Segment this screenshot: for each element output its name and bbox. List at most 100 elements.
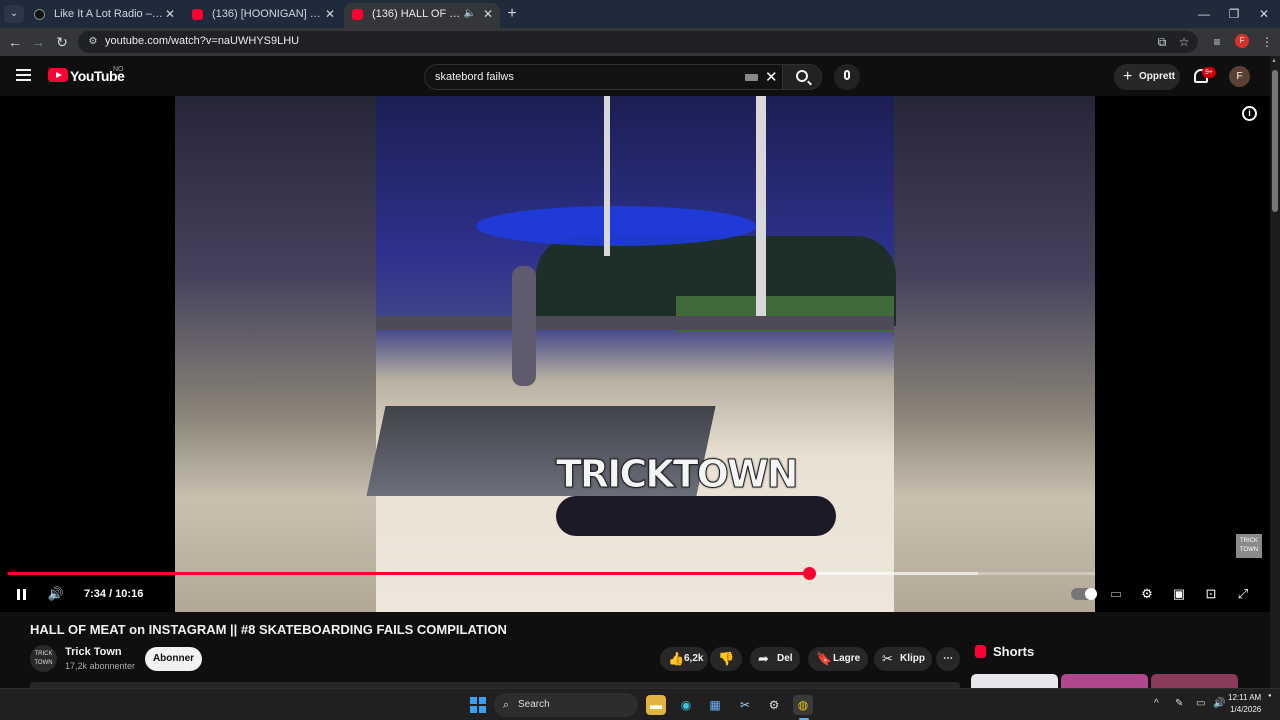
clock-date: 1/4/2026	[1230, 705, 1262, 714]
windows-taskbar: ⌕ Search ▬ ◉ ▦ ✂ ⚙ ◍ ^ ✎ ▭ 🔊 12:11 AM 1/…	[0, 688, 1280, 720]
account-avatar[interactable]: F	[1229, 66, 1250, 87]
search-input[interactable]: skatebord failws ✕	[424, 64, 782, 90]
profile-avatar[interactable]: F	[1235, 34, 1249, 48]
taskbar-search-box[interactable]: ⌕ Search	[494, 693, 638, 717]
browser-tab-hoonigan[interactable]: (136) [HOONIGAN] Gymkhana ✕	[184, 3, 342, 28]
install-app-icon[interactable]: ⧉	[1154, 34, 1170, 50]
browser-toolbar: ← → ↻ ⚙ youtube.com/watch?v=naUWHYS9LHU …	[0, 28, 1280, 56]
video-light-pole	[756, 96, 766, 326]
restore-icon[interactable]: ❐	[1217, 0, 1251, 28]
system-clock[interactable]: 12:11 AM 1/4/2026	[1228, 692, 1261, 716]
share-button[interactable]: ➦ Del	[750, 647, 800, 671]
autoplay-toggle[interactable]	[1071, 588, 1097, 600]
video-frame	[366, 96, 896, 612]
short-thumbnail[interactable]	[1151, 674, 1238, 688]
windows-start-icon[interactable]	[470, 697, 486, 713]
short-thumbnail[interactable]	[971, 674, 1058, 688]
tray-overflow-chevron-icon[interactable]: ^	[1154, 698, 1159, 709]
snipping-tool-icon[interactable]: ✂	[735, 695, 755, 715]
file-explorer-icon[interactable]: ▬	[646, 695, 666, 715]
subscribe-button[interactable]: Abonner	[145, 647, 202, 671]
video-light-pole	[604, 96, 610, 256]
close-tab-icon[interactable]: ✕	[483, 3, 493, 25]
display-icon[interactable]: ▭	[1196, 698, 1205, 709]
dislike-button[interactable]: 👎	[710, 647, 742, 671]
save-button[interactable]: 🔖 Lagre	[808, 647, 868, 671]
like-count: 6,2k	[684, 653, 704, 664]
shorts-logo-icon	[975, 645, 986, 658]
volume-icon[interactable]: 🔊	[46, 584, 66, 604]
share-arrow-icon: ➦	[758, 651, 769, 666]
video-blue-canopy	[476, 206, 756, 246]
notification-center-icon[interactable]: ●	[1268, 693, 1272, 699]
video-standing-skater	[512, 266, 536, 386]
browser-tab-hall-of-meat[interactable]: (136) HALL OF MEAT on INS 🔈 ✕	[344, 3, 500, 28]
channel-avatar[interactable]: TRICK TOWN	[30, 645, 57, 672]
search-button[interactable]	[782, 64, 822, 90]
youtube-logo-icon[interactable]	[48, 68, 68, 82]
volume-tray-icon[interactable]: 🔊	[1213, 698, 1225, 709]
youtube-favicon-icon	[192, 9, 203, 20]
browser-menu-icon[interactable]: ⋮	[1259, 34, 1275, 50]
channel-name[interactable]: Trick Town	[65, 646, 122, 658]
country-code: NO	[113, 66, 124, 73]
new-tab-icon[interactable]: +	[503, 3, 521, 25]
tab-search-dropdown-icon[interactable]: ⌄	[4, 5, 24, 23]
chrome-browser-icon[interactable]: ◍	[793, 695, 813, 715]
browser-tab-radio[interactable]: Like It A Lot Radio – Todays Hit ✕	[26, 3, 182, 28]
bookmark-star-icon[interactable]: ☆	[1176, 34, 1192, 50]
search-query-text: skatebord failws	[435, 71, 514, 83]
clear-search-icon[interactable]: ✕	[765, 68, 778, 86]
notification-count-badge: 9+	[1202, 67, 1216, 78]
microphone-icon	[844, 70, 850, 80]
tab-title: (136) [HOONIGAN] Gymkhana	[212, 8, 322, 20]
taskbar-search-label: Search	[518, 699, 550, 710]
keyboard-icon[interactable]	[745, 74, 758, 81]
settings-app-icon[interactable]: ⚙	[764, 695, 784, 715]
clip-button[interactable]: ✂ Klipp	[874, 647, 932, 671]
scrollbar-thumb[interactable]	[1272, 70, 1278, 212]
address-bar[interactable]: ⚙ youtube.com/watch?v=naUWHYS9LHU ⧉ ☆	[78, 31, 1198, 53]
minimize-icon[interactable]: —	[1187, 0, 1221, 28]
speaker-icon[interactable]: 🔈	[464, 3, 476, 25]
forward-arrow-icon[interactable]: →	[28, 32, 48, 52]
scroll-up-arrow-icon[interactable]: ▲	[1271, 58, 1277, 64]
pause-button[interactable]	[14, 584, 28, 604]
fullscreen-icon[interactable]: ⤢	[1234, 584, 1252, 604]
close-window-icon[interactable]: ✕	[1247, 0, 1280, 28]
settings-gear-icon[interactable]: ⚙	[1138, 584, 1156, 604]
site-info-icon[interactable]: ⚙	[86, 35, 100, 49]
video-skatepark-ledge	[376, 316, 894, 330]
like-button[interactable]: 👍 6,2k	[660, 647, 708, 671]
miniplayer-icon[interactable]: ▣	[1170, 584, 1188, 604]
pen-icon[interactable]: ✎	[1175, 698, 1183, 709]
progress-buffered	[809, 572, 978, 575]
tab-title: Like It A Lot Radio – Todays Hit	[54, 8, 164, 20]
clock-time: 12:11 AM	[1228, 693, 1262, 702]
shorts-heading: Shorts	[993, 644, 1035, 659]
video-title: HALL OF MEAT on INSTAGRAM || #8 SKATEBOA…	[30, 622, 507, 637]
more-actions-button[interactable]: ⋯	[936, 647, 960, 671]
back-arrow-icon[interactable]: ←	[5, 32, 25, 52]
task-view-icon[interactable]: ▦	[705, 695, 725, 715]
hamburger-menu-icon[interactable]	[16, 69, 31, 81]
subtitles-icon[interactable]: ▭	[1107, 584, 1125, 604]
plus-icon: +	[1123, 68, 1133, 85]
reading-list-icon[interactable]: ≡	[1209, 34, 1225, 50]
cast-icon[interactable]: ⊡	[1202, 584, 1220, 604]
more-dots-icon: ⋯	[943, 653, 953, 664]
reload-icon[interactable]: ↻	[52, 32, 72, 52]
info-icon[interactable]: i	[1242, 106, 1257, 121]
voice-search-button[interactable]	[834, 64, 860, 90]
clip-label: Klipp	[900, 653, 925, 664]
radio-favicon-icon	[34, 9, 45, 20]
channel-watermark[interactable]: TRICK TOWN	[1236, 534, 1262, 558]
video-player[interactable]: i TRICK TOWN	[0, 96, 1270, 612]
close-tab-icon[interactable]: ✕	[325, 3, 335, 25]
short-thumbnail[interactable]	[1061, 674, 1148, 688]
create-label: Opprett	[1139, 71, 1176, 82]
close-tab-icon[interactable]: ✕	[165, 3, 175, 25]
edge-browser-icon[interactable]: ◉	[676, 695, 696, 715]
bookmark-icon: 🔖	[816, 651, 833, 666]
create-button[interactable]: + Opprett	[1114, 64, 1180, 90]
